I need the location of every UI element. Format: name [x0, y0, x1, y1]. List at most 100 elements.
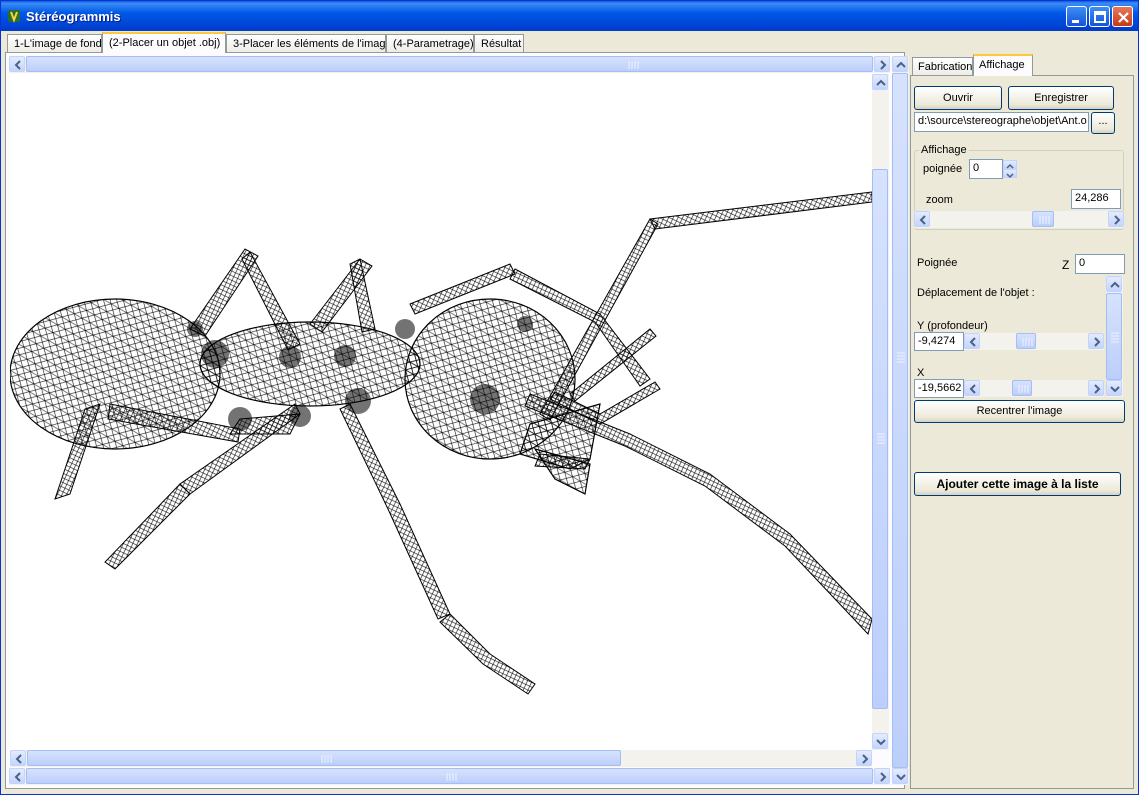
chevron-up-icon	[876, 79, 886, 86]
scroll-thumb[interactable]	[1106, 293, 1122, 380]
scroll-down-button[interactable]	[1106, 380, 1122, 396]
zoom-input[interactable]: 24,286	[1071, 189, 1121, 209]
object-viewport[interactable]	[10, 74, 872, 750]
app-window: Stéréogrammis 1-L'image de fond (2-Place…	[0, 0, 1139, 795]
side-vscrollbar[interactable]	[1106, 276, 1123, 397]
chevron-right-icon	[862, 754, 869, 764]
maximize-button[interactable]	[1089, 6, 1110, 27]
poignee-label: Poignée	[917, 257, 958, 269]
canvas-vscrollbar[interactable]	[872, 74, 889, 750]
grip-icon	[877, 433, 885, 444]
minimize-icon	[1072, 20, 1079, 23]
scroll-thumb[interactable]	[26, 768, 873, 784]
handle-input[interactable]: 0	[969, 159, 1003, 179]
scroll-right-button[interactable]	[1108, 211, 1124, 227]
tab-image-de-fond[interactable]: 1-L'image de fond	[7, 34, 102, 53]
grip-icon	[897, 352, 905, 363]
z-input[interactable]: 0	[1075, 254, 1125, 274]
scroll-down-button[interactable]	[872, 733, 888, 749]
outer-top-hscrollbar[interactable]	[9, 56, 890, 73]
chevron-right-icon	[880, 60, 887, 70]
save-button[interactable]: Enregistrer	[1008, 86, 1114, 110]
tab-parametrage[interactable]: (4-Parametrage)	[386, 34, 474, 53]
handle-label: poignée	[923, 163, 963, 175]
scroll-thumb[interactable]	[26, 56, 873, 72]
tab-placer-objet[interactable]: (2-Placer un objet .obj)	[102, 32, 226, 53]
x-slider[interactable]	[964, 380, 1104, 397]
chevron-left-icon	[15, 754, 22, 764]
scroll-right-button[interactable]	[856, 750, 872, 766]
grip-icon	[1111, 332, 1119, 343]
grip-icon	[321, 755, 332, 763]
zoom-slider[interactable]	[914, 211, 1124, 228]
scroll-down-button[interactable]	[892, 768, 908, 784]
z-label: Z	[1062, 258, 1070, 272]
tab-placer-elements[interactable]: 3-Placer les éléments de l'image	[226, 34, 392, 53]
close-icon	[1118, 12, 1129, 23]
outer-bottom-hscrollbar[interactable]	[9, 768, 890, 785]
chevron-left-icon	[14, 60, 21, 70]
chevron-left-icon	[919, 215, 926, 225]
chevron-left-icon	[969, 337, 976, 347]
chevron-right-icon	[1094, 337, 1101, 347]
display-group-title: Affichage	[919, 144, 969, 156]
scroll-thumb[interactable]	[872, 169, 888, 709]
chevron-down-icon	[1110, 386, 1120, 393]
chevron-up-icon	[1110, 281, 1120, 288]
outer-vscrollbar[interactable]	[892, 56, 909, 785]
spin-up-button[interactable]	[1003, 160, 1017, 169]
chevron-up-icon	[896, 61, 906, 68]
scroll-up-button[interactable]	[892, 56, 908, 72]
grip-icon	[1039, 216, 1050, 224]
scroll-up-button[interactable]	[1106, 276, 1122, 292]
scroll-left-button[interactable]	[964, 333, 980, 349]
handle-spinner[interactable]	[1003, 160, 1017, 179]
chevron-down-icon	[876, 739, 886, 746]
file-path-field[interactable]: d:\source\stereographe\objet\Ant.o	[914, 112, 1089, 132]
maximize-icon	[1094, 11, 1106, 23]
close-button[interactable]	[1112, 6, 1133, 27]
scroll-right-button[interactable]	[1088, 333, 1104, 349]
add-to-list-button[interactable]: Ajouter cette image à la liste	[914, 472, 1121, 496]
scroll-left-button[interactable]	[10, 750, 26, 766]
x-input[interactable]: -19,5662	[914, 379, 964, 398]
slider-thumb[interactable]	[1016, 333, 1036, 349]
slider-thumb[interactable]	[1012, 380, 1032, 396]
window-title: Stéréogrammis	[26, 9, 121, 24]
app-icon	[8, 10, 20, 23]
spin-down-button[interactable]	[1003, 169, 1017, 179]
chevron-right-icon	[1094, 384, 1101, 394]
ant-wireframe	[10, 191, 872, 695]
chevron-down-icon	[896, 774, 906, 781]
canvas-hscrollbar[interactable]	[10, 750, 872, 767]
scroll-right-button[interactable]	[1088, 380, 1104, 396]
scroll-left-button[interactable]	[914, 211, 930, 227]
move-label: Déplacement de l'objet :	[917, 287, 1035, 299]
scroll-up-button[interactable]	[872, 74, 888, 90]
tab-fabrication[interactable]: Fabrication	[912, 57, 973, 76]
y-label: Y (profondeur)	[917, 320, 988, 332]
title-bar[interactable]: Stéréogrammis	[1, 1, 1138, 31]
scroll-thumb[interactable]	[27, 750, 621, 766]
caret-down-icon	[1006, 173, 1014, 179]
grip-icon	[628, 61, 639, 69]
scroll-left-button[interactable]	[9, 768, 25, 784]
scroll-left-button[interactable]	[9, 56, 25, 72]
tab-resultat[interactable]: Résultat	[474, 34, 524, 53]
scroll-right-button[interactable]	[874, 768, 890, 784]
grip-icon	[1018, 385, 1029, 393]
grip-icon	[446, 773, 457, 781]
minimize-button[interactable]	[1066, 6, 1087, 27]
scroll-right-button[interactable]	[874, 56, 890, 72]
y-input[interactable]: -9,4274	[914, 332, 964, 351]
chevron-right-icon	[880, 772, 887, 782]
recenter-button[interactable]: Recentrer l'image	[914, 400, 1125, 423]
tab-affichage[interactable]: Affichage	[973, 54, 1033, 76]
scroll-left-button[interactable]	[964, 380, 980, 396]
slider-thumb[interactable]	[1032, 211, 1054, 227]
chevron-left-icon	[14, 772, 21, 782]
open-button[interactable]: Ouvrir	[914, 86, 1002, 110]
y-slider[interactable]	[964, 333, 1104, 350]
scroll-thumb[interactable]	[892, 73, 908, 768]
browse-button[interactable]: ...	[1091, 112, 1115, 134]
